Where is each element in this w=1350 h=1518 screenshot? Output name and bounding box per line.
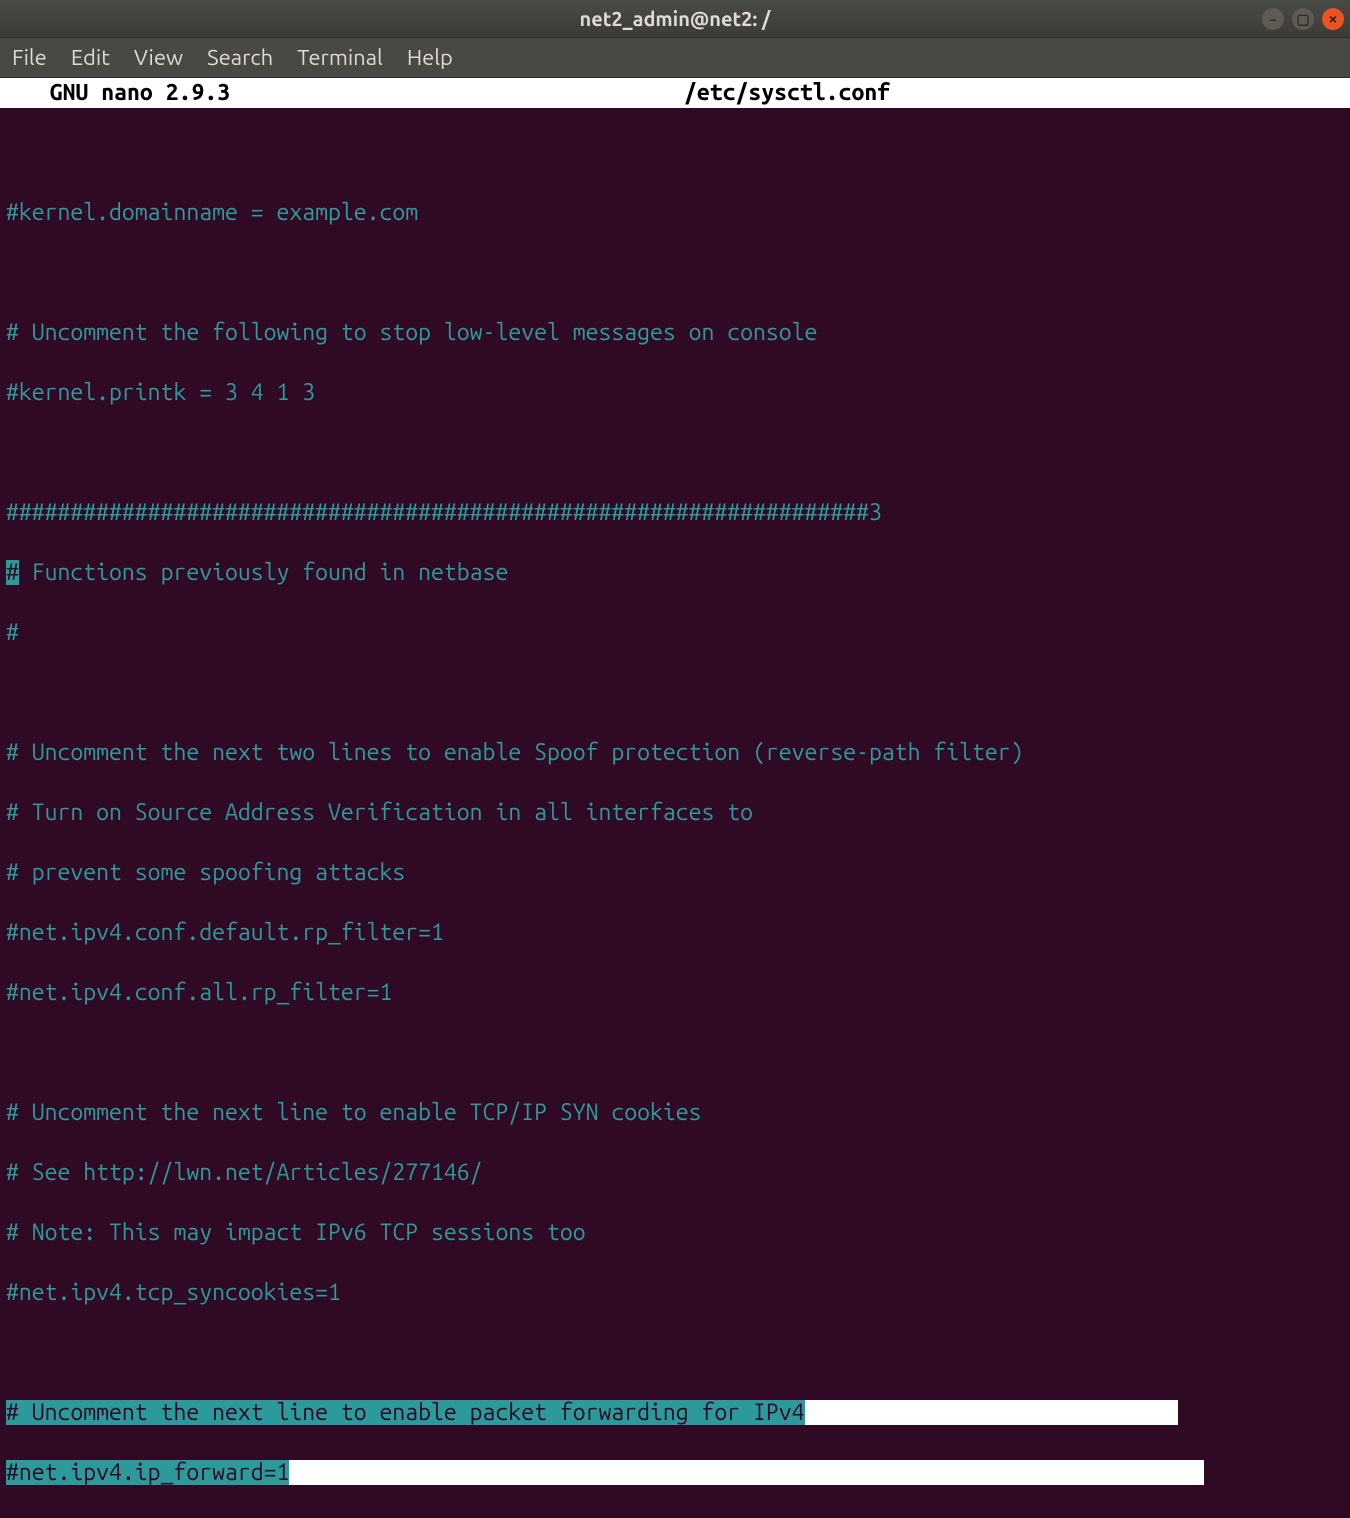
editor-line: ########################################…: [6, 498, 1344, 528]
menu-file[interactable]: File: [12, 43, 47, 73]
editor-line: #net.ipv4.tcp_syncookies=1: [6, 1278, 1344, 1308]
window-titlebar: net2_admin@net2: / – ▢ ×: [0, 0, 1350, 38]
selection-pad: [805, 1400, 1179, 1425]
nano-filename: /etc/sysctl.conf: [684, 78, 890, 108]
editor-line: #: [6, 618, 1344, 648]
editor-line: #net.ipv4.conf.default.rp_filter=1: [6, 918, 1344, 948]
editor-area[interactable]: #kernel.domainname = example.com # Uncom…: [0, 108, 1350, 1518]
editor-line: #kernel.domainname = example.com: [6, 198, 1344, 228]
editor-line: #kernel.printk = 3 4 1 3: [6, 378, 1344, 408]
selection-pad: [289, 1460, 1203, 1485]
minimize-icon[interactable]: –: [1262, 8, 1284, 30]
editor-line: # Note: This may impact IPv6 TCP session…: [6, 1218, 1344, 1248]
nano-app-label: GNU nano 2.9.3: [6, 78, 230, 108]
editor-line: [6, 678, 1344, 708]
close-icon[interactable]: ×: [1322, 8, 1344, 30]
editor-line: # See http://lwn.net/Articles/277146/: [6, 1158, 1344, 1188]
window-controls: – ▢ ×: [1262, 8, 1344, 30]
menu-terminal[interactable]: Terminal: [297, 43, 383, 73]
menu-view[interactable]: View: [134, 43, 183, 73]
nano-header: GNU nano 2.9.3 /etc/sysctl.conf: [0, 78, 1350, 108]
editor-selected-line: #net.ipv4.ip_forward=1: [6, 1458, 1344, 1488]
editor-line: # Uncomment the next two lines to enable…: [6, 738, 1344, 768]
editor-selected-line: # Uncomment the next line to enable pack…: [6, 1398, 1344, 1428]
editor-line: [6, 138, 1344, 168]
editor-line: [6, 438, 1344, 468]
editor-line: # Turn on Source Address Verification in…: [6, 798, 1344, 828]
menu-edit[interactable]: Edit: [71, 43, 110, 73]
maximize-icon[interactable]: ▢: [1292, 8, 1314, 30]
menu-help[interactable]: Help: [407, 43, 453, 73]
editor-line: [6, 1038, 1344, 1068]
editor-line: [6, 1338, 1344, 1368]
editor-line: # Functions previously found in netbase: [6, 558, 1344, 588]
editor-text: Functions previously found in netbase: [19, 560, 508, 585]
window-title: net2_admin@net2: /: [580, 4, 771, 34]
selection-text: #net.ipv4.ip_forward=1: [6, 1460, 289, 1485]
editor-line: # Uncomment the following to stop low-le…: [6, 318, 1344, 348]
selection-text: # Uncomment the next line to enable pack…: [6, 1400, 805, 1425]
editor-line: [6, 258, 1344, 288]
menu-search[interactable]: Search: [207, 43, 273, 73]
editor-line: # Uncomment the next line to enable TCP/…: [6, 1098, 1344, 1128]
editor-line: # prevent some spoofing attacks: [6, 858, 1344, 888]
menubar: File Edit View Search Terminal Help: [0, 38, 1350, 78]
editor-line: #net.ipv4.conf.all.rp_filter=1: [6, 978, 1344, 1008]
cursor: #: [6, 560, 19, 585]
